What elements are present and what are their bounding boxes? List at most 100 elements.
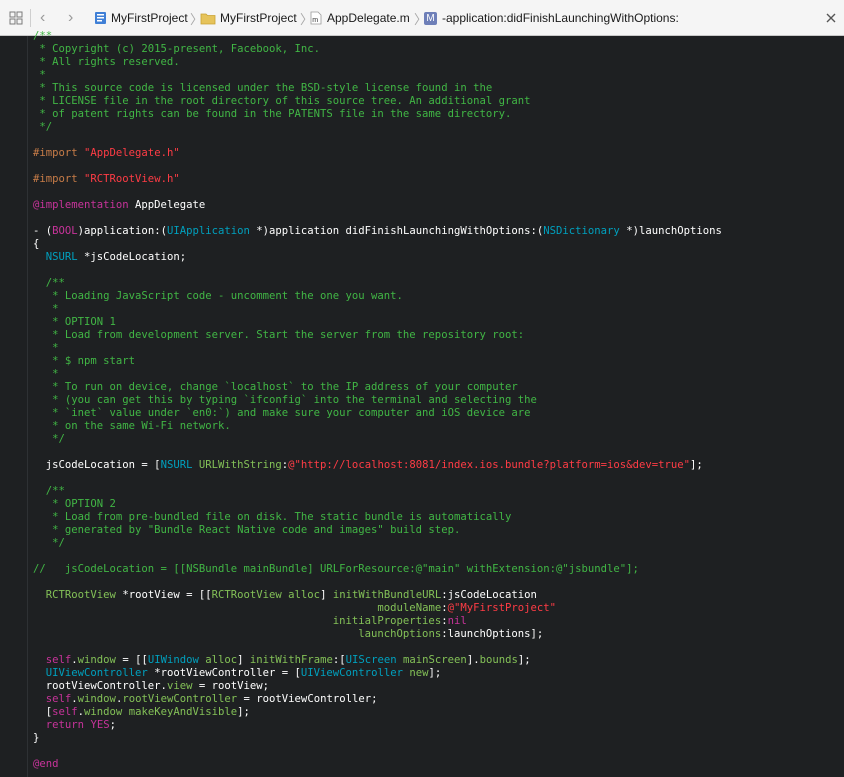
code-line[interactable]: * xyxy=(33,69,45,82)
breadcrumb-label: MyFirstProject xyxy=(111,11,188,25)
code-line[interactable]: { xyxy=(33,238,39,251)
code-token-type: NSURL xyxy=(160,459,193,471)
code-token-comment: * LICENSE file in the root directory of … xyxy=(33,95,531,107)
code-token-comment: * Load from development server. Start th… xyxy=(33,329,525,341)
code-line[interactable]: RCTRootView *rootView = [[RCTRootView al… xyxy=(33,589,537,602)
code-line[interactable]: * OPTION 1 xyxy=(33,316,116,329)
code-line[interactable]: */ xyxy=(33,537,65,550)
code-line[interactable]: * Copyright (c) 2015-present, Facebook, … xyxy=(33,43,320,56)
code-line[interactable]: * Loading JavaScript code - uncomment th… xyxy=(33,290,403,303)
code-token-str: @"MyFirstProject" xyxy=(447,602,557,614)
code-token-str: @"http://localhost:8081/index.ios.bundle… xyxy=(288,459,690,471)
code-line[interactable]: * `inet` value under `en0:`) and make su… xyxy=(33,407,530,420)
source-editor[interactable]: /** * Copyright (c) 2015-present, Facebo… xyxy=(0,30,844,777)
code-token-meth: bounds xyxy=(479,654,518,666)
code-token-pre: #import xyxy=(33,147,85,159)
line-gutter[interactable] xyxy=(0,36,27,777)
breadcrumb-label: -application:didFinishLaunchingWithOptio… xyxy=(442,11,679,25)
code-line[interactable]: * $ npm start xyxy=(33,355,135,368)
code-line[interactable]: UIViewController *rootViewController = [… xyxy=(33,667,442,680)
code-token-comment: * of patent rights can be found in the P… xyxy=(33,108,512,120)
code-line[interactable]: * of patent rights can be found in the P… xyxy=(33,108,511,121)
code-token-meth: alloc xyxy=(288,589,321,601)
code-token-comment: * Copyright (c) 2015-present, Facebook, … xyxy=(33,43,321,55)
code-line[interactable]: * xyxy=(33,303,58,316)
code-line[interactable]: - (BOOL)application:(UIApplication *)app… xyxy=(33,225,722,238)
svg-text:m: m xyxy=(312,17,318,24)
code-token-plain: *rootViewController = [ xyxy=(147,667,301,679)
code-token-plain: ] xyxy=(237,654,250,666)
code-line[interactable]: #import "RCTRootView.h" xyxy=(33,173,180,186)
code-line[interactable]: * To run on device, change `localhost` t… xyxy=(33,381,518,394)
code-token-meth: initWithBundleURL xyxy=(332,589,442,601)
breadcrumb-label: MyFirstProject xyxy=(220,11,297,25)
code-line[interactable]: * All rights reserved. xyxy=(33,56,179,69)
breadcrumb-file[interactable]: m AppDelegate.m xyxy=(310,0,410,36)
code-line[interactable]: #import "AppDelegate.h" xyxy=(33,147,180,160)
code-token-comment: */ xyxy=(33,537,65,549)
code-line[interactable]: */ xyxy=(33,433,65,446)
code-token-meth: window xyxy=(84,706,123,718)
code-line[interactable]: moduleName:@"MyFirstProject" xyxy=(33,602,556,615)
code-line[interactable]: */ xyxy=(33,121,52,134)
code-token-pre: #import xyxy=(33,173,85,185)
code-line[interactable]: * xyxy=(33,342,58,355)
folder-icon xyxy=(200,12,216,25)
code-token-meth: RCTRootView xyxy=(211,589,282,601)
code-token-comment: /** xyxy=(33,277,65,289)
code-line[interactable]: * generated by "Bundle React Native code… xyxy=(33,524,460,537)
code-line[interactable]: * OPTION 2 xyxy=(33,498,116,511)
objc-m-file-icon: m xyxy=(310,11,322,25)
code-line[interactable]: /** xyxy=(33,30,52,43)
code-token-meth: rootViewController xyxy=(122,693,238,705)
code-token-comment: * To run on device, change `localhost` t… xyxy=(33,381,518,393)
code-line[interactable]: [self.window makeKeyAndVisible]; xyxy=(33,706,250,719)
breadcrumb-project[interactable]: MyFirstProject xyxy=(94,0,188,36)
code-line[interactable]: * Load from pre-bundled file on disk. Th… xyxy=(33,511,511,524)
code-line[interactable]: * LICENSE file in the root directory of … xyxy=(33,95,530,108)
forward-chevron-icon[interactable]: › xyxy=(68,0,73,36)
project-file-icon xyxy=(94,11,107,25)
code-token-kw: self xyxy=(45,654,72,666)
code-line[interactable]: /** xyxy=(33,277,65,290)
code-token-type: UIViewController xyxy=(300,667,403,679)
code-line[interactable]: @implementation AppDelegate xyxy=(33,199,205,212)
code-token-type: UIApplication xyxy=(166,225,250,237)
code-line[interactable]: rootViewController.view = rootView; xyxy=(33,680,269,693)
breadcrumb-group[interactable]: MyFirstProject xyxy=(200,0,297,36)
code-line[interactable]: * on the same Wi-Fi network. xyxy=(33,420,231,433)
code-token-plain: :launchOptions]; xyxy=(441,628,544,640)
code-line[interactable]: self.window.rootViewController = rootVie… xyxy=(33,693,378,706)
breadcrumb-method[interactable]: M -application:didFinishLaunchingWithOpt… xyxy=(424,0,679,36)
code-token-plain: :[ xyxy=(332,654,346,666)
code-line[interactable]: * This source code is licensed under the… xyxy=(33,82,492,95)
code-line[interactable]: return YES; xyxy=(33,719,116,732)
code-line[interactable]: * Load from development server. Start th… xyxy=(33,329,524,342)
code-line[interactable]: @end xyxy=(33,758,59,771)
code-token-comment: */ xyxy=(33,121,53,133)
related-items-grid-icon[interactable] xyxy=(8,0,24,36)
code-token-comment: // jsCodeLocation = [[NSBundle mainBundl… xyxy=(33,563,639,575)
close-icon[interactable] xyxy=(826,0,836,36)
code-line[interactable]: jsCodeLocation = [NSURL URLWithString:@"… xyxy=(33,459,703,472)
code-line[interactable]: self.window = [[UIWindow alloc] initWith… xyxy=(33,654,531,667)
code-line[interactable]: launchOptions:launchOptions]; xyxy=(33,628,543,641)
code-line[interactable]: * (you can get this by typing `ifconfig`… xyxy=(33,394,537,407)
code-token-meth: mainScreen xyxy=(403,654,467,666)
code-line[interactable]: } xyxy=(33,732,39,745)
code-token-plain: = rootView; xyxy=(192,680,269,692)
code-token-plain: - ( xyxy=(33,225,53,237)
code-line[interactable]: initialProperties:nil xyxy=(33,615,467,628)
code-token-str: "RCTRootView.h" xyxy=(84,173,180,185)
code-line[interactable]: * xyxy=(33,368,58,381)
code-line[interactable]: // jsCodeLocation = [[NSBundle mainBundl… xyxy=(33,563,639,576)
code-token-meth: URLWithString xyxy=(198,459,282,471)
code-token-plain: ]. xyxy=(466,654,480,666)
code-line[interactable]: NSURL *jsCodeLocation; xyxy=(33,251,186,264)
code-token-comment: * $ npm start xyxy=(33,355,136,367)
code-token-type: UIViewController xyxy=(45,667,148,679)
code-token-meth: makeKeyAndVisible xyxy=(128,706,238,718)
code-line[interactable]: /** xyxy=(33,485,65,498)
